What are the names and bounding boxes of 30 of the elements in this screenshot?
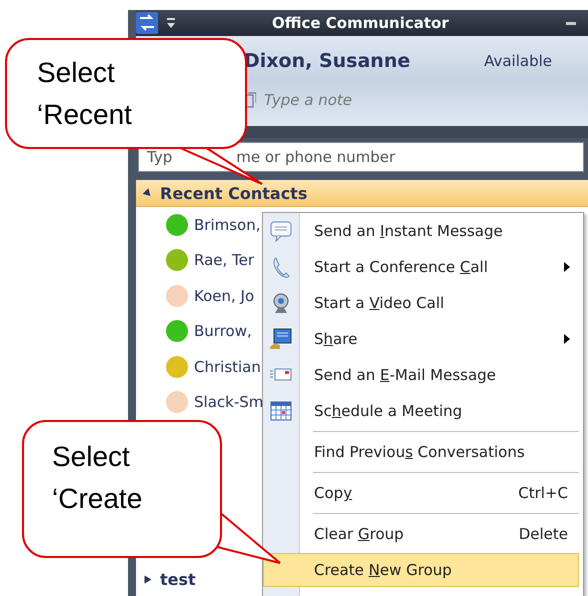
contact-name[interactable]: Koen, Jo xyxy=(194,286,254,305)
status-menu[interactable]: Available xyxy=(484,52,552,70)
contact-name[interactable]: Burrow, xyxy=(194,322,252,340)
group-name[interactable]: test xyxy=(160,570,196,588)
group-name: Recent Contacts xyxy=(160,184,308,202)
monitor-icon xyxy=(269,327,293,351)
menu-item[interactable]: Start a Video Call xyxy=(299,286,579,320)
note-field[interactable]: Type a note xyxy=(264,91,464,109)
menu-item[interactable]: Send an Instant Message xyxy=(299,214,579,248)
menu-item[interactable]: Create New Group xyxy=(263,553,579,587)
menu-item[interactable]: Clear Group Delete xyxy=(299,517,579,551)
contact-name[interactable]: Rae, Ter xyxy=(194,251,254,270)
menu-item[interactable]: Copy Ctrl+C xyxy=(299,476,579,510)
expander-icon[interactable] xyxy=(144,575,152,583)
contact-name[interactable]: Slack-Sm xyxy=(194,393,264,412)
menu-icon[interactable] xyxy=(166,17,176,29)
calendar-icon xyxy=(269,399,293,423)
contact-name[interactable]: Brimson, xyxy=(194,216,261,234)
menu-item[interactable]: Share xyxy=(299,322,579,356)
menu-item[interactable]: Schedule a Meeting xyxy=(299,394,579,428)
callout-text: Select ‘Create xyxy=(52,440,144,516)
menu-item[interactable]: Send an E-Mail Message xyxy=(299,358,579,392)
minimize-icon[interactable] xyxy=(566,22,576,24)
speech-bubble-icon xyxy=(269,219,293,243)
callout-text: Select ‘Recent xyxy=(37,56,133,132)
window-title: Office Communicator xyxy=(272,14,449,32)
contact-name[interactable]: Christian xyxy=(194,358,261,376)
menu-item[interactable]: Find Previous Conversations xyxy=(299,435,579,469)
group-header[interactable]: Recent Contacts xyxy=(136,180,588,207)
menu-item[interactable]: Start a Conference Call xyxy=(299,250,579,284)
